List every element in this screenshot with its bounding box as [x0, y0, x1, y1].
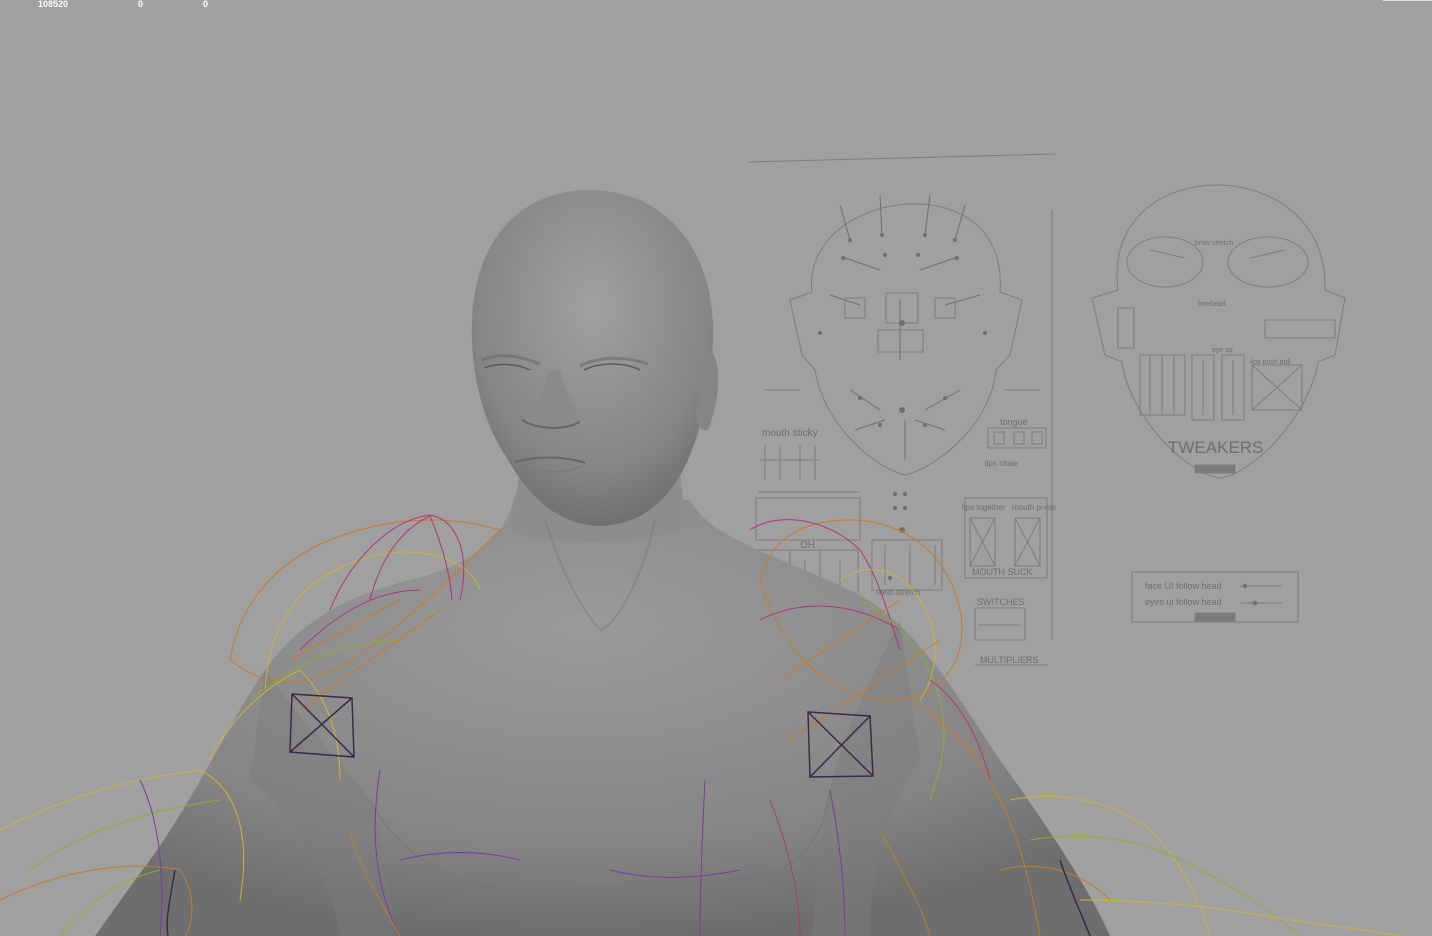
- label-mouth-press: mouth press: [1012, 503, 1056, 512]
- label-forehead: forehead: [1198, 301, 1226, 308]
- label-multipliers: MULTIPLIERS: [980, 655, 1038, 665]
- label-lips-together: lips together: [962, 503, 1006, 512]
- picker-face-right-outline: [1091, 184, 1346, 479]
- label-mouth-suck: MOUTH SUCK: [972, 567, 1033, 577]
- label-lips-close: lips close: [985, 459, 1018, 468]
- label-tweakers: TWEAKERS: [1168, 438, 1263, 457]
- label-tongue: tongue: [1000, 417, 1028, 427]
- label-brow-stretch: brow stretch: [1195, 240, 1233, 247]
- label-eyes-ui-follow-head: eyes ui follow head: [1145, 597, 1222, 607]
- torso: [95, 495, 1110, 936]
- hud-value-b: 0: [138, 0, 144, 9]
- label-mouth-sticky: mouth sticky: [762, 428, 818, 439]
- viewport-corner-marker: [1383, 0, 1432, 1]
- scene-canvas[interactable]: mouth sticky tongue lips close OH lips t…: [0, 0, 1432, 936]
- label-oh: OH: [800, 540, 815, 551]
- hud-poly-count: 108520: [38, 0, 69, 9]
- picker-face-left-outline: [789, 203, 1023, 476]
- label-face-ui-follow-head: face UI follow head: [1145, 581, 1222, 591]
- viewport-3d[interactable]: mouth sticky tongue lips close OH lips t…: [0, 0, 1432, 936]
- label-lips-push-pull: lips push pull: [1250, 359, 1291, 366]
- label-switches: SWITCHES: [977, 597, 1025, 607]
- hud-value-c: 0: [203, 0, 209, 9]
- label-eye-sq: eye sq: [1212, 347, 1233, 354]
- head: [471, 190, 714, 526]
- character-mesh[interactable]: [95, 190, 1110, 936]
